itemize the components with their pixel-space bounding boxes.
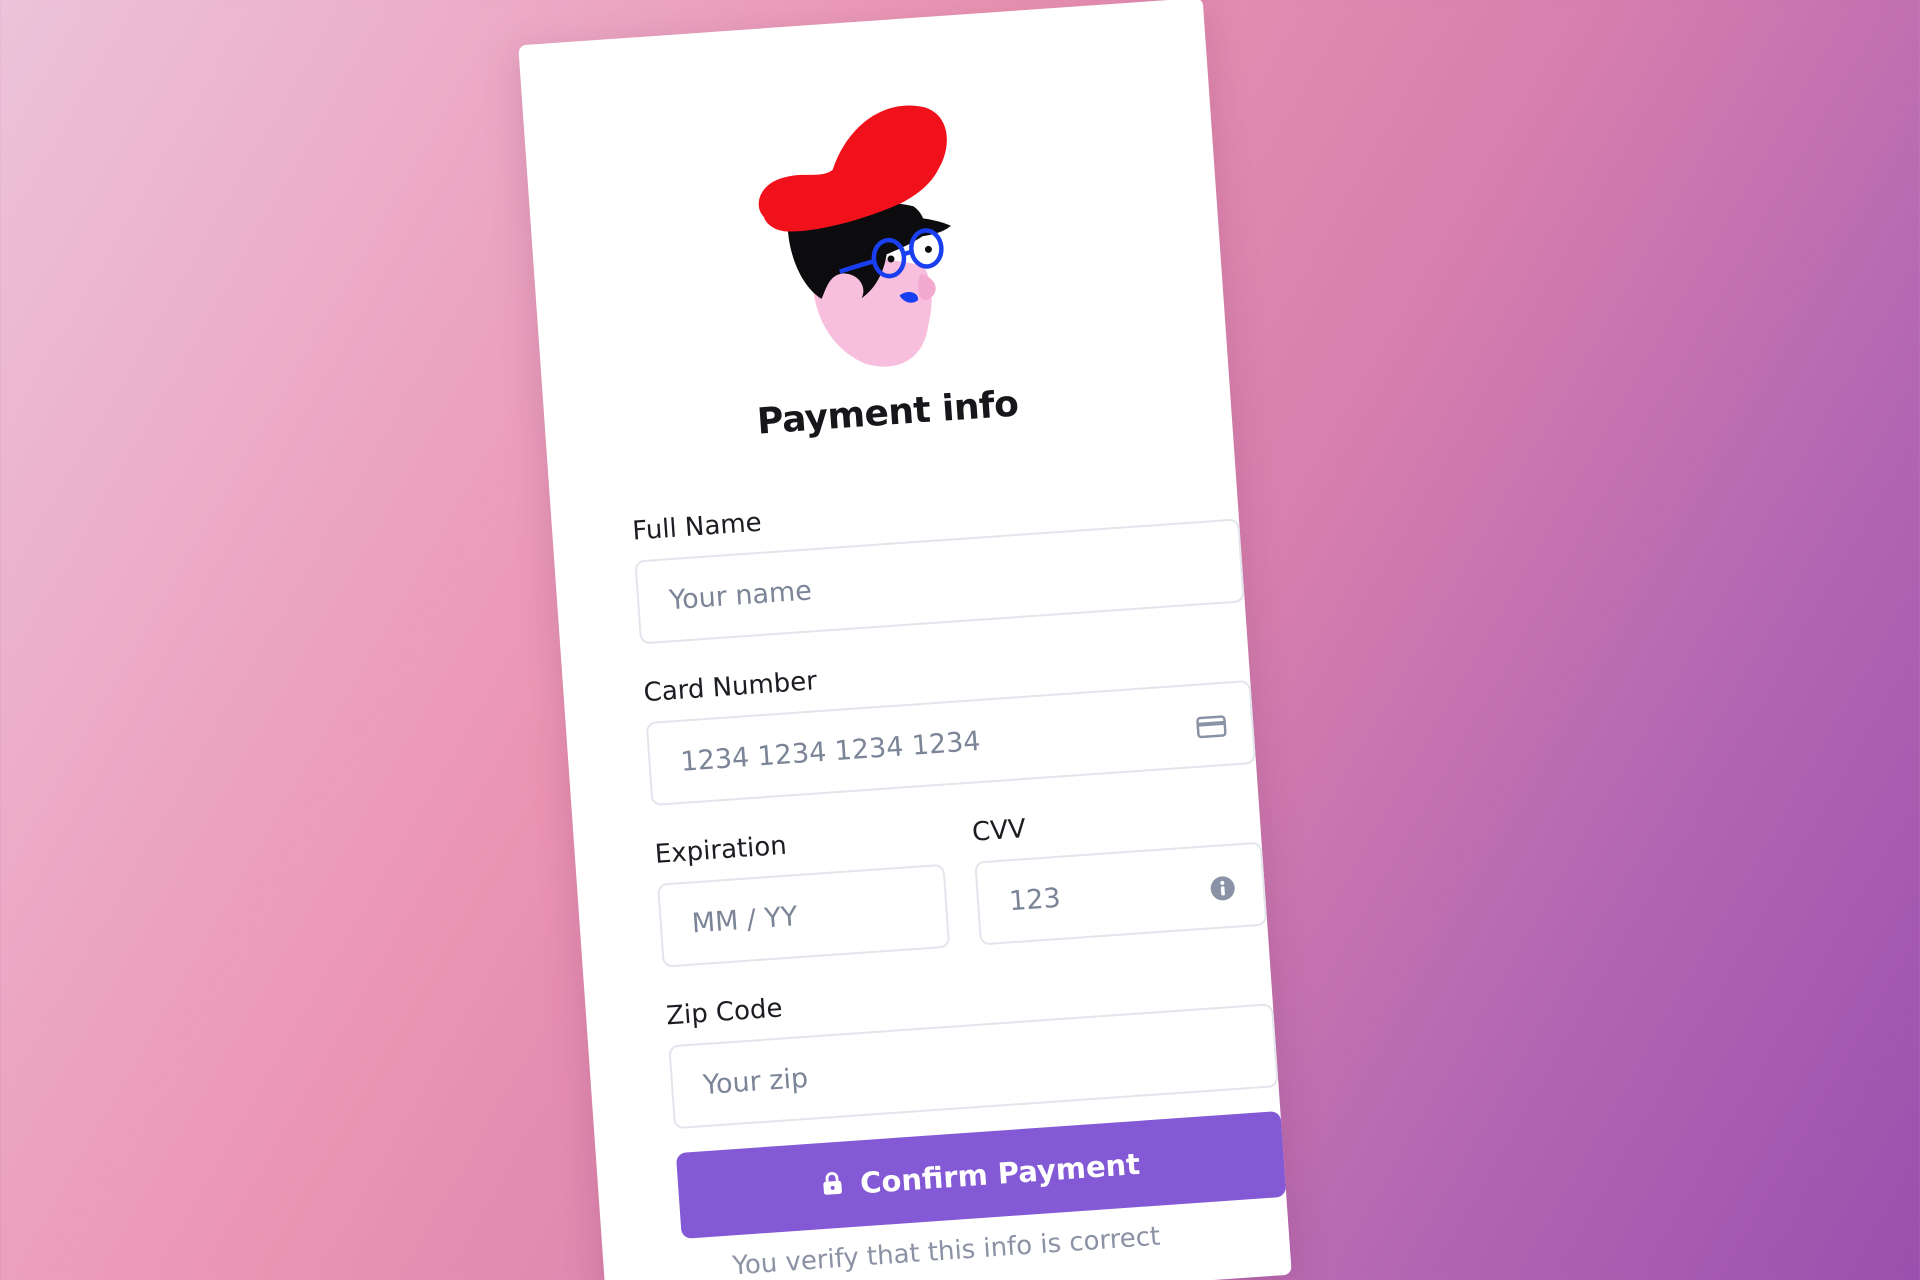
lock-icon [821, 1168, 843, 1203]
cvv-field[interactable] [974, 841, 1268, 946]
full-name-input[interactable] [666, 524, 1183, 641]
cvv-input[interactable] [1006, 847, 1206, 942]
cvv-label: CVV [971, 814, 1027, 848]
full-name-label: Full Name [631, 507, 763, 547]
card-number-input[interactable] [677, 686, 1195, 802]
avatar-illustration [758, 105, 951, 367]
confirm-payment-label: Confirm Payment [858, 1146, 1142, 1201]
info-icon[interactable] [1206, 871, 1240, 905]
credit-card-icon [1194, 710, 1228, 744]
expiration-input[interactable] [689, 870, 889, 964]
zip-code-input[interactable] [700, 1009, 1217, 1126]
expiration-field[interactable] [657, 863, 951, 968]
page-title: Payment info [755, 383, 1020, 443]
zip-code-label: Zip Code [665, 993, 784, 1032]
payment-card: Payment info Full Name Card Number Expir… [518, 0, 1292, 1280]
expiration-label: Expiration [653, 830, 788, 870]
card-number-label: Card Number [642, 666, 818, 709]
